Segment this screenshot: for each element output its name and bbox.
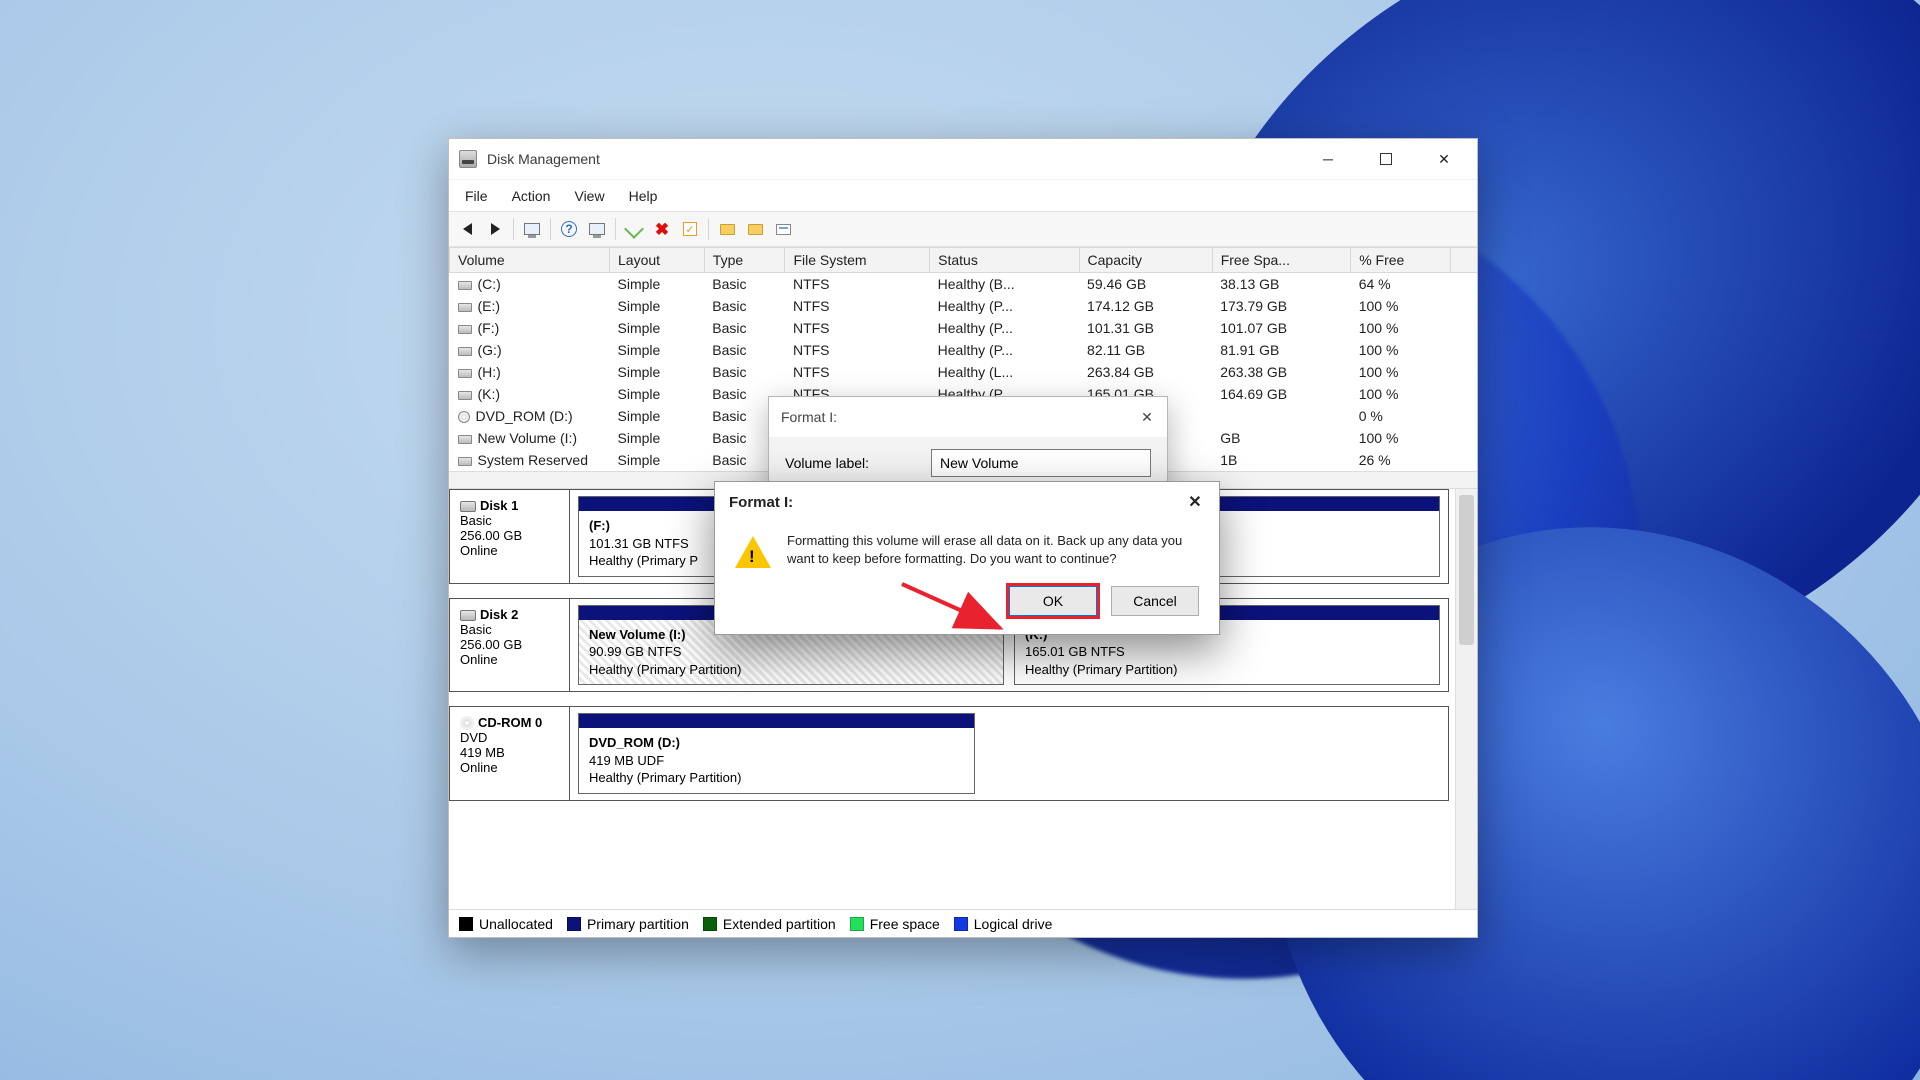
table-row[interactable]: (E:)SimpleBasicNTFSHealthy (P...174.12 G… bbox=[450, 295, 1478, 317]
partition-block[interactable]: DVD_ROM (D:)419 MB UDFHealthy (Primary P… bbox=[578, 713, 975, 794]
legend-item: Unallocated bbox=[459, 916, 553, 932]
legend-swatch-icon bbox=[850, 917, 864, 931]
table-row[interactable]: (C:)SimpleBasicNTFSHealthy (B...59.46 GB… bbox=[450, 273, 1478, 296]
folder-icon bbox=[748, 224, 763, 235]
format-confirm-dialog: Format I: ✕ Formatting this volume will … bbox=[714, 481, 1220, 635]
arrow-left-icon bbox=[463, 223, 472, 235]
window-title: Disk Management bbox=[487, 151, 600, 167]
arrow-right-icon bbox=[491, 223, 500, 235]
properties-icon bbox=[776, 224, 791, 235]
column-header[interactable]: File System bbox=[785, 248, 930, 273]
toolbar-back-button[interactable] bbox=[455, 217, 479, 241]
titlebar[interactable]: Disk Management ─ ✕ bbox=[449, 139, 1477, 179]
legend-swatch-icon bbox=[459, 917, 473, 931]
table-row[interactable]: (G:)SimpleBasicNTFSHealthy (P...82.11 GB… bbox=[450, 339, 1478, 361]
menubar: File Action View Help bbox=[449, 179, 1477, 211]
app-icon bbox=[459, 150, 477, 168]
warning-icon bbox=[735, 536, 771, 568]
column-header[interactable]: Type bbox=[704, 248, 785, 273]
legend-item: Logical drive bbox=[954, 916, 1053, 932]
toolbar-check-button[interactable]: ✓ bbox=[678, 217, 702, 241]
menu-action[interactable]: Action bbox=[500, 184, 563, 208]
format-volume-dialog: Format I: ✕ Volume label: bbox=[768, 396, 1168, 490]
menu-view[interactable]: View bbox=[562, 184, 616, 208]
hdd-icon bbox=[458, 281, 472, 290]
vertical-scrollbar[interactable] bbox=[1455, 489, 1477, 909]
hdd-icon bbox=[458, 435, 472, 444]
confirm-dialog-message: Formatting this volume will erase all da… bbox=[787, 532, 1199, 568]
pen-icon bbox=[624, 219, 644, 239]
ok-button[interactable]: OK bbox=[1009, 586, 1097, 616]
hdd-icon bbox=[460, 610, 476, 621]
legend-swatch-icon bbox=[954, 917, 968, 931]
toolbar: ? ✖ ✓ bbox=[449, 211, 1477, 247]
menu-file[interactable]: File bbox=[453, 184, 500, 208]
toolbar-rescan-button[interactable] bbox=[622, 217, 646, 241]
x-icon: ✖ bbox=[655, 221, 669, 238]
volume-label-input[interactable] bbox=[931, 449, 1151, 477]
toolbar-refresh-button[interactable] bbox=[585, 217, 609, 241]
volume-label-label: Volume label: bbox=[785, 455, 913, 471]
legend-item: Extended partition bbox=[703, 916, 836, 932]
table-row[interactable]: (F:)SimpleBasicNTFSHealthy (P...101.31 G… bbox=[450, 317, 1478, 339]
check-icon: ✓ bbox=[683, 222, 697, 236]
help-icon: ? bbox=[561, 221, 577, 237]
cancel-button[interactable]: Cancel bbox=[1111, 586, 1199, 616]
cdrom-icon bbox=[460, 716, 474, 730]
window-minimize-button[interactable]: ─ bbox=[1299, 140, 1357, 178]
legend-item: Primary partition bbox=[567, 916, 689, 932]
toolbar-properties-button[interactable] bbox=[771, 217, 795, 241]
disk-header[interactable]: CD-ROM 0DVD419 MBOnline bbox=[450, 707, 570, 800]
folder-icon bbox=[720, 224, 735, 235]
toolbar-folder-button[interactable] bbox=[715, 217, 739, 241]
column-header[interactable]: Layout bbox=[610, 248, 705, 273]
disk-header[interactable]: Disk 2Basic256.00 GBOnline bbox=[450, 599, 570, 692]
hdd-icon bbox=[458, 457, 472, 466]
hdd-icon bbox=[458, 347, 472, 356]
menu-help[interactable]: Help bbox=[617, 184, 670, 208]
hdd-icon bbox=[458, 369, 472, 378]
toolbar-show-hide-button[interactable] bbox=[520, 217, 544, 241]
column-header[interactable]: Capacity bbox=[1079, 248, 1212, 273]
format-dialog-title: Format I: bbox=[781, 409, 837, 425]
disk-header[interactable]: Disk 1Basic256.00 GBOnline bbox=[450, 490, 570, 583]
window-close-button[interactable]: ✕ bbox=[1415, 140, 1473, 178]
column-header[interactable]: Status bbox=[930, 248, 1079, 273]
monitor-icon bbox=[524, 223, 540, 235]
legend-swatch-icon bbox=[567, 917, 581, 931]
toolbar-delete-button[interactable]: ✖ bbox=[650, 217, 674, 241]
column-header[interactable]: Volume bbox=[450, 248, 610, 273]
hdd-icon bbox=[458, 303, 472, 312]
legend-swatch-icon bbox=[703, 917, 717, 931]
legend: Unallocated Primary partition Extended par… bbox=[449, 909, 1477, 937]
column-header[interactable]: Free Spa... bbox=[1212, 248, 1351, 273]
column-header[interactable]: % Free bbox=[1351, 248, 1451, 273]
hdd-icon bbox=[458, 391, 472, 400]
legend-item: Free space bbox=[850, 916, 940, 932]
refresh-icon bbox=[589, 223, 605, 235]
window-maximize-button[interactable] bbox=[1357, 140, 1415, 178]
format-dialog-close-button[interactable]: ✕ bbox=[1133, 403, 1161, 431]
hdd-icon bbox=[458, 325, 472, 334]
toolbar-folder2-button[interactable] bbox=[743, 217, 767, 241]
table-row[interactable]: (H:)SimpleBasicNTFSHealthy (L...263.84 G… bbox=[450, 361, 1478, 383]
cdrom-icon bbox=[458, 411, 470, 423]
toolbar-forward-button[interactable] bbox=[483, 217, 507, 241]
hdd-icon bbox=[460, 501, 476, 512]
confirm-dialog-close-button[interactable]: ✕ bbox=[1179, 488, 1211, 516]
toolbar-help-button[interactable]: ? bbox=[557, 217, 581, 241]
confirm-dialog-title: Format I: bbox=[729, 494, 793, 511]
disk-row: CD-ROM 0DVD419 MBOnlineDVD_ROM (D:)419 M… bbox=[449, 706, 1449, 801]
